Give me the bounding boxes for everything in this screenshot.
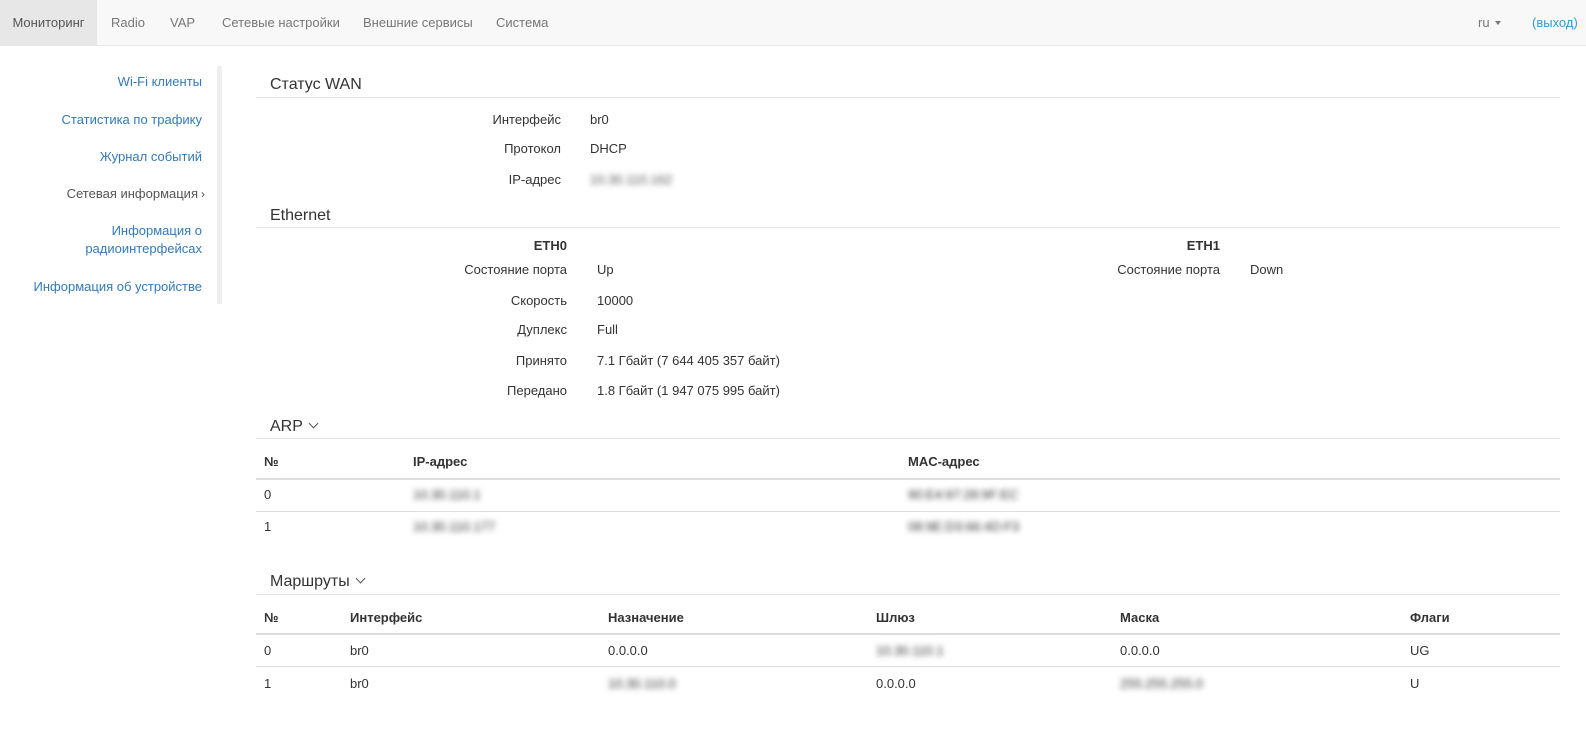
routes-row-0-interface: br0 [350,643,369,658]
routes-row-1-mask: 255.255.255.0 [1120,676,1204,691]
routes-row-1-flags: U [1410,676,1420,691]
wan-interface-label: Интерфейс [492,112,561,127]
top-navbar: Мониторинг Radio VAP Сетевые настройки В… [0,0,1586,46]
routes-col-gateway: Шлюз [876,610,915,625]
eth0-sent-label: Передано [507,383,567,398]
eth0-speed-value: 10000 [597,293,634,308]
nav-radio[interactable]: Radio [111,0,145,46]
routes-col-interface: Интерфейс [350,610,423,625]
sidebar-item-device-info[interactable]: Информация об устройстве [34,278,202,296]
routes-row-1-number: 1 [264,676,272,691]
arp-row-0-number: 0 [264,487,272,502]
routes-row-0-destination: 0.0.0.0 [608,643,648,658]
routes-row-0-number: 0 [264,643,272,658]
sidebar-item-network-info[interactable]: Сетевая информация › [67,185,205,203]
eth0-received-label: Принято [515,353,567,368]
eth0-port-state-label: Состояние порта [464,262,567,277]
routes-col-flags: Флаги [1410,610,1450,625]
arp-col-number: № [264,454,279,469]
ethernet-section-title: Ethernet [270,207,331,224]
eth1-port-state-label: Состояние порта [1117,262,1220,277]
wan-protocol-value: DHCP [590,141,627,156]
eth0-received-value: 7.1 Гбайт (7 644 405 357 байт) [597,353,780,368]
sidebar-item-label-line1: Информация о [111,223,202,238]
nav-vap[interactable]: VAP [170,0,195,46]
table-row-divider [256,511,1560,512]
nav-monitoring[interactable]: Мониторинг [0,0,97,46]
language-label: ru [1478,15,1490,30]
wan-ip-label: IP-адрес [508,172,561,187]
nav-external-services[interactable]: Внешние сервисы [363,0,473,46]
sidebar-item-radio-info[interactable]: Информация о радиоинтерфейсах [85,222,202,258]
routes-row-0-mask: 0.0.0.0 [1120,643,1160,658]
sidebar-item-traffic-stats[interactable]: Статистика по трафику [62,111,202,129]
wan-interface-value: br0 [590,112,609,127]
nav-network-settings[interactable]: Сетевые настройки [222,0,340,46]
table-row-divider [256,666,1560,667]
sidebar-item-event-log[interactable]: Журнал событий [100,148,202,166]
table-header-divider [256,478,1560,480]
routes-row-1-destination: 10.30.110.0 [608,676,676,691]
routes-row-1-gateway: 0.0.0.0 [876,676,916,691]
routes-row-1-interface: br0 [350,676,369,691]
routes-col-destination: Назначение [608,610,684,625]
nav-system[interactable]: Система [496,0,548,46]
eth0-speed-label: Скорость [510,293,567,308]
arp-row-1-number: 1 [264,519,272,534]
routes-section-toggle[interactable]: Маршруты [270,573,366,591]
sidebar: Wi-Fi клиенты Статистика по трафику Журн… [0,66,222,304]
sidebar-item-wifi-clients[interactable]: Wi-Fi клиенты [118,73,202,91]
language-dropdown[interactable]: ru [1478,0,1501,46]
routes-section-title: Маршруты [270,573,350,590]
caret-down-icon [1494,20,1501,25]
arp-row-1-ip: 10.30.110.177 [413,519,496,534]
wan-protocol-label: Протокол [504,141,561,156]
sidebar-item-label: Сетевая информация [66,186,198,201]
eth1-header: ETH1 [1186,238,1220,253]
section-divider [256,227,1560,228]
eth0-port-state-value: Up [597,262,614,277]
chevron-right-icon: › [201,187,205,201]
arp-col-mac: MAC-адрес [908,454,980,469]
eth0-duplex-value: Full [597,322,618,337]
eth0-header: ETH0 [533,238,567,253]
arp-row-1-mac: 08:9E:D3:66:4D:F3 [908,519,1020,534]
table-header-divider [256,633,1560,635]
arp-section-toggle[interactable]: ARP [270,418,319,436]
logout-link[interactable]: (выход) [1532,0,1578,46]
chevron-down-icon [308,418,319,429]
section-divider [256,438,1560,439]
wan-section-title: Статус WAN [270,76,362,93]
routes-row-0-flags: UG [1410,643,1430,658]
arp-row-0-ip: 10.30.110.1 [413,487,481,502]
section-divider [256,594,1560,595]
arp-col-ip: IP-адрес [413,454,468,469]
routes-col-number: № [264,610,279,625]
chevron-down-icon [355,573,366,584]
arp-row-0-mac: 90:E4:97:28:9F:EC [908,487,1019,502]
arp-section-title: ARP [270,418,303,435]
eth1-port-state-value: Down [1250,262,1284,277]
sidebar-item-label-line2: радиоинтерфейсах [85,241,202,256]
section-divider [256,97,1560,98]
routes-row-0-gateway: 10.30.110.1 [876,643,944,658]
routes-col-mask: Маска [1120,610,1160,625]
eth0-sent-value: 1.8 Гбайт (1 947 075 995 байт) [597,383,780,398]
eth0-duplex-label: Дуплекс [517,322,567,337]
wan-ip-value: 10.30.110.162 [590,172,673,187]
